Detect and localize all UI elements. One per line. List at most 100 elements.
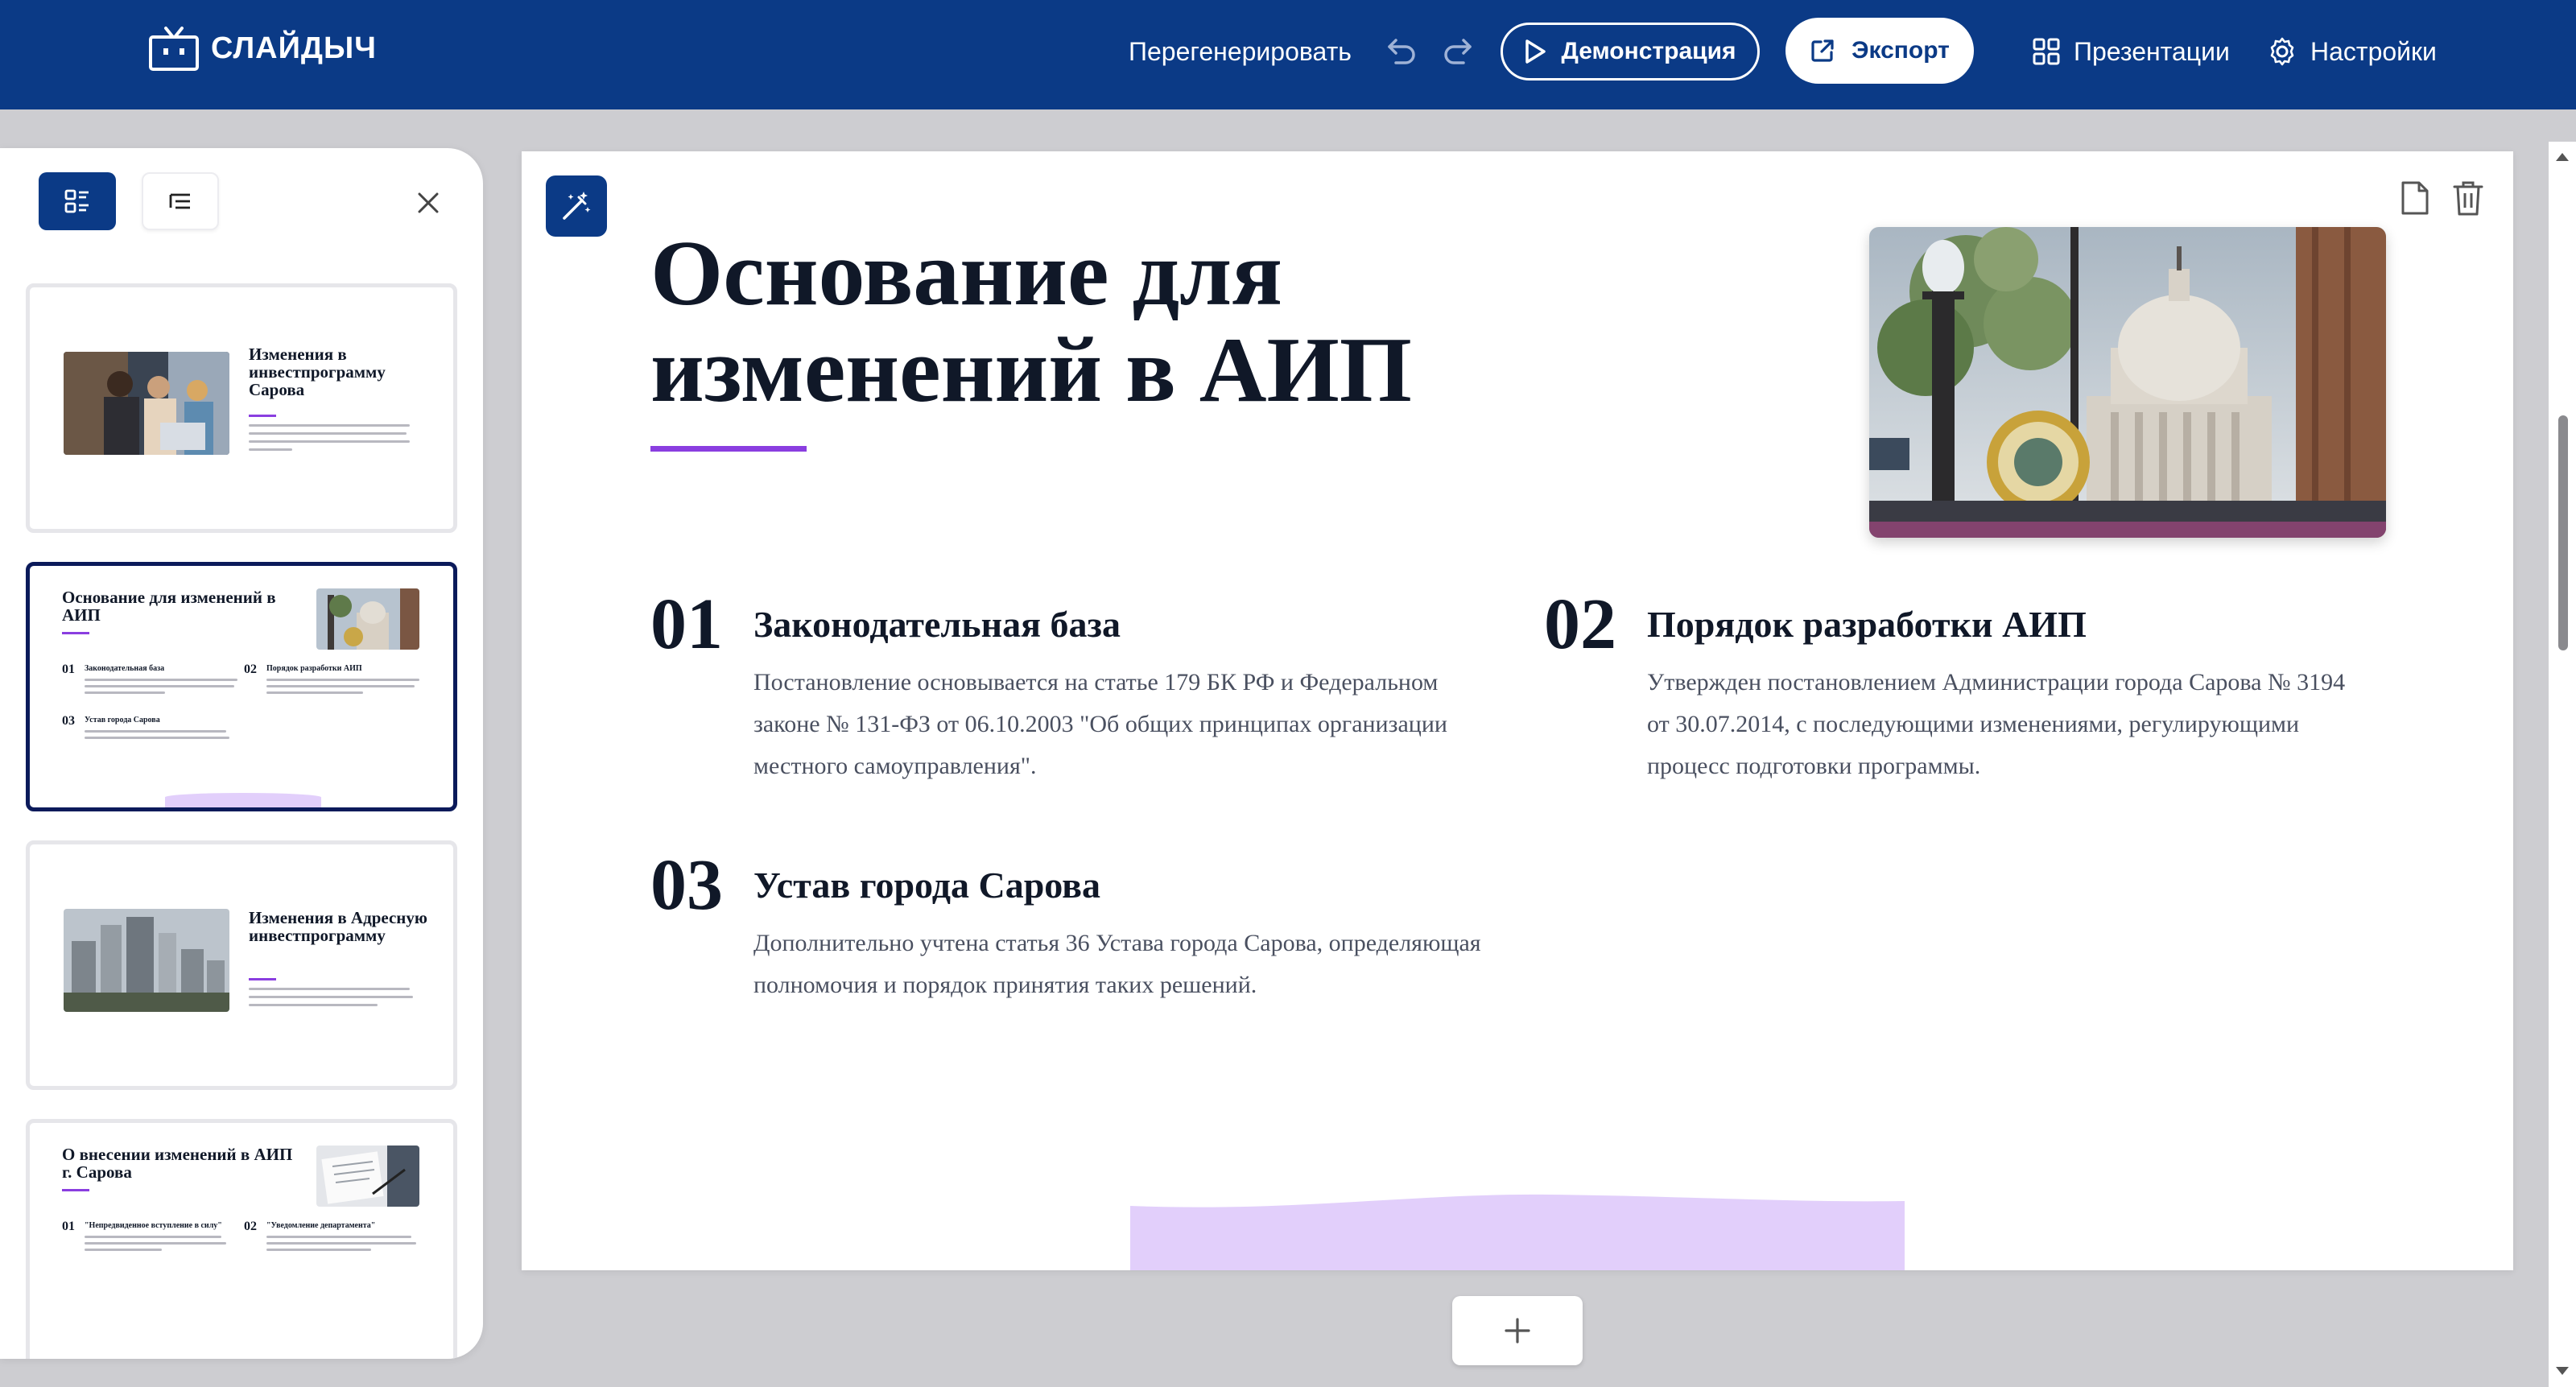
point-1: 01 Законодательная база Постановление ос…: [650, 584, 1504, 826]
point-number: 01: [650, 584, 723, 664]
export-button[interactable]: Экспорт: [1785, 18, 1974, 84]
outline-list-icon: [169, 193, 190, 209]
plus-icon: [1505, 1318, 1530, 1344]
thumb-text-line: [249, 1004, 378, 1006]
thumb-text-line: [249, 448, 292, 451]
thumb-text-line: [85, 679, 237, 681]
external-link-icon: [1811, 39, 1834, 62]
thumb-underline: [249, 415, 276, 417]
slide-thumbnail-3[interactable]: Изменения в Адресную инвестпрограмму: [26, 840, 457, 1090]
undo-redo-group: [1385, 29, 1475, 74]
thumb-item-num: 01: [62, 1220, 75, 1233]
thumb-underline: [62, 1189, 89, 1191]
decorative-wave: [1130, 1194, 1905, 1270]
thumb-text-line: [85, 685, 234, 687]
thumb-title: О внесении изменений в АИП г. Сарова: [62, 1145, 293, 1183]
tv-logo-icon: [149, 27, 199, 71]
presentations-label: Презентации: [2074, 36, 2230, 66]
thumb-title: Изменения в Адресную инвестпрограмму: [249, 908, 427, 946]
slides-panel: Изменения в инвестпрограмму Сарова Основ…: [0, 148, 483, 1359]
thumb-item-num: 02: [244, 1220, 257, 1233]
presentations-button[interactable]: Презентации: [2032, 29, 2230, 74]
duplicate-slide-button[interactable]: [2394, 175, 2436, 221]
scroll-up-icon[interactable]: [2556, 153, 2569, 161]
point-number: 03: [650, 845, 723, 925]
thumbnail-list-icon: [64, 189, 89, 213]
thumb-text-line: [266, 1236, 411, 1238]
slide-thumbnail-2[interactable]: Основание для изменений в АИП 01 Законод…: [26, 562, 457, 811]
slide-title[interactable]: Основание для изменений в АИП: [650, 225, 1697, 419]
thumb-underline: [62, 632, 89, 634]
close-panel-button[interactable]: [411, 185, 446, 221]
capitol-photo[interactable]: [1869, 227, 2386, 538]
thumb-text-line: [266, 679, 419, 681]
thumb-city-photo: [64, 909, 229, 1012]
delete-slide-button[interactable]: [2447, 175, 2489, 221]
page-icon: [2401, 181, 2429, 215]
point-title[interactable]: Устав города Сарова: [753, 863, 1100, 908]
close-icon: [418, 192, 439, 213]
thumb-text-line: [266, 691, 363, 694]
thumb-capitol-photo: [316, 588, 419, 650]
thumb-title: Основание для изменений в АИП: [62, 588, 276, 625]
thumb-item-title: Порядок разработки АИП: [266, 664, 362, 673]
add-slide-button[interactable]: [1452, 1296, 1583, 1365]
thumbnail-view-button[interactable]: [39, 172, 116, 230]
point-2: 02 Порядок разработки АИП Утвержден пост…: [1544, 584, 2397, 826]
thumb-text-line: [85, 730, 226, 733]
gear-icon: [2270, 37, 2294, 66]
thumb-text-line: [266, 685, 415, 687]
thumb-title: Изменения в инвестпрограмму Сарова: [249, 345, 386, 400]
slide-thumbnail-4[interactable]: О внесении изменений в АИП г. Сарова 01 …: [26, 1119, 457, 1359]
settings-button[interactable]: Настройки: [2267, 29, 2437, 74]
outline-view-button[interactable]: [142, 172, 219, 230]
thumb-text-line: [85, 691, 165, 694]
thumb-item-title: Устав города Сарова: [85, 716, 160, 724]
point-3: 03 Устав города Сарова Дополнительно учт…: [650, 845, 1504, 1055]
thumb-text-line: [85, 1242, 226, 1245]
regenerate-label: Перегенерировать: [1129, 36, 1352, 66]
thumb-text-line: [249, 440, 410, 443]
title-underline: [650, 446, 807, 452]
undo-icon[interactable]: [1385, 34, 1420, 69]
thumb-text-line: [249, 432, 407, 435]
thumb-item-title: Законодательная база: [85, 664, 165, 673]
thumb-item-num: 02: [244, 663, 257, 676]
grid-icon: [2033, 38, 2060, 65]
redo-icon[interactable]: [1439, 34, 1475, 69]
thumb-text-line: [85, 737, 229, 739]
thumb-wave: [165, 793, 321, 807]
point-text[interactable]: Утвержден постановлением Администрации г…: [1647, 662, 2372, 787]
scroll-down-icon[interactable]: [2556, 1367, 2569, 1375]
thumb-text-line: [85, 1249, 162, 1251]
point-title[interactable]: Законодательная база: [753, 602, 1121, 647]
top-bar: СЛАЙДЫЧ Перегенерировать Демонстрация Эк…: [0, 0, 2576, 109]
main-scrollbar[interactable]: [2549, 142, 2576, 1387]
thumb-item-title: "Уведомление департамента": [266, 1221, 376, 1230]
point-text[interactable]: Дополнительно учтена статья 36 Устава го…: [753, 923, 1494, 1006]
point-title[interactable]: Порядок разработки АИП: [1647, 602, 2087, 647]
regenerate-button[interactable]: Перегенерировать: [1129, 29, 1352, 74]
app-logo[interactable]: СЛАЙДЫЧ: [148, 23, 377, 74]
demo-button[interactable]: Демонстрация: [1501, 23, 1760, 80]
thumb-item-num: 01: [62, 663, 75, 676]
demo-label: Демонстрация: [1561, 38, 1736, 64]
thumb-underline: [249, 978, 276, 980]
point-text[interactable]: Постановление основывается на статье 179…: [753, 662, 1494, 787]
thumb-text-line: [266, 1249, 371, 1251]
ai-edit-button[interactable]: [546, 175, 607, 237]
play-icon: [1525, 39, 1546, 64]
logo-text: СЛАЙДЫЧ: [211, 31, 377, 65]
thumb-text-line: [249, 988, 410, 990]
slide-canvas[interactable]: Основание для изменений в АИП 01 Законод…: [522, 151, 2513, 1270]
trash-icon: [2453, 181, 2483, 216]
slide-thumbnail-1[interactable]: Изменения в инвестпрограмму Сарова: [26, 283, 457, 533]
thumb-item-num: 03: [62, 714, 75, 728]
thumb-documents-photo: [316, 1146, 419, 1207]
thumb-text-line: [266, 1242, 416, 1245]
scroll-thumb[interactable]: [2558, 415, 2568, 650]
point-number: 02: [1544, 584, 1616, 664]
magic-wand-icon: [563, 192, 591, 220]
thumb-text-line: [249, 424, 410, 427]
thumb-text-line: [85, 1236, 221, 1238]
